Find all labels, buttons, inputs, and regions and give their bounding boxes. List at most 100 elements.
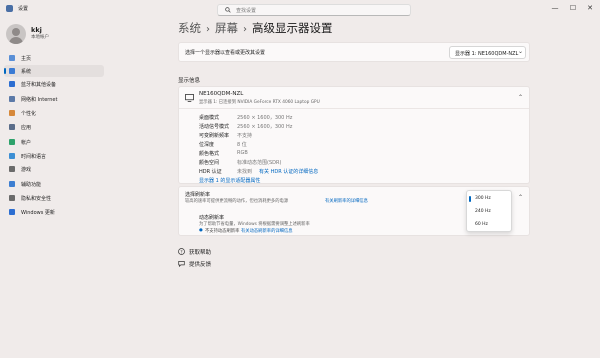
row-value: 未找到 — [237, 169, 253, 175]
active-indicator — [4, 68, 6, 74]
accessibility-icon — [9, 181, 15, 187]
feedback-icon — [178, 261, 185, 267]
row-value: 2560 × 1600，300 Hz — [237, 115, 293, 121]
breadcrumb-system[interactable]: 系统 — [178, 21, 201, 35]
settings-app-icon — [6, 5, 13, 12]
row-value: 8 位 — [237, 142, 247, 148]
sidebar-item-label: 游戏 — [21, 167, 32, 173]
sidebar-item-label: Windows 更新 — [21, 210, 55, 216]
monitor-icon — [185, 94, 194, 102]
brush-icon — [9, 110, 15, 116]
refresh-option[interactable]: 300 Hz — [475, 196, 491, 201]
apps-icon — [9, 124, 15, 130]
refresh-rate-info-link[interactable]: 有关刷新率的详细信息 — [325, 198, 368, 204]
dynamic-refresh-note: 不支持动态刷新率 — [205, 229, 240, 234]
home-icon — [9, 55, 15, 61]
close-button[interactable]: ✕ — [582, 3, 598, 14]
sidebar-item-network[interactable]: 网络和 Internet — [4, 93, 104, 105]
sidebar-item-label: 个性化 — [21, 111, 37, 117]
select-display-label: 选择一个显示器以查看或更改其设置 — [185, 50, 266, 56]
shield-icon — [9, 195, 15, 201]
refresh-rate-dropdown-menu: 300 Hz 240 Hz 60 Hz — [466, 190, 512, 232]
update-icon — [9, 209, 15, 215]
display-info-card: NE160QDM-NZL 显示器 1: 已连接到 NVIDIA GeForce … — [178, 86, 530, 184]
sidebar-item-accessibility[interactable]: 辅助功能 — [4, 178, 104, 190]
sidebar-item-label: 网络和 Internet — [21, 97, 58, 103]
refresh-rate-desc: 较高的速率可提供更流畅的动作，但也消耗更多的电源 — [185, 199, 289, 204]
chevron-up-icon[interactable]: ⌃ — [518, 94, 523, 101]
account-icon — [9, 139, 15, 145]
refresh-option[interactable]: 60 Hz — [475, 222, 488, 227]
sidebar-item-label: 应用 — [21, 125, 32, 131]
sidebar-item-accounts[interactable]: 帐户 — [4, 136, 104, 148]
row-value: 不支持 — [237, 133, 253, 139]
selected-indicator — [469, 196, 471, 202]
display-info-header[interactable]: NE160QDM-NZL 显示器 1: 已连接到 NVIDIA GeForce … — [179, 87, 529, 109]
dynamic-refresh-title: 动态刷新率 — [199, 215, 225, 221]
refresh-rate-title: 选择刷新率 — [185, 192, 211, 198]
help-icon: ? — [178, 248, 185, 255]
sidebar-item-bluetooth[interactable]: 蓝牙和其他设备 — [4, 78, 104, 90]
get-help-link[interactable]: 获取帮助 — [189, 248, 211, 256]
bluetooth-icon — [9, 81, 15, 87]
row-value: 2560 × 1600，300 Hz — [237, 124, 293, 130]
row-label: 可变刷新频率 — [199, 133, 230, 139]
system-icon — [9, 68, 15, 74]
sidebar-item-label: 系统 — [21, 69, 32, 75]
sidebar-item-label: 辅助功能 — [21, 182, 42, 188]
search-placeholder[interactable]: 查找设置 — [236, 7, 256, 14]
chevron-up-icon[interactable]: ⌃ — [518, 194, 523, 201]
info-icon: ● — [199, 228, 203, 233]
page-title: 高级显示器设置 — [252, 21, 333, 35]
row-label: HDR 认证 — [199, 169, 222, 175]
sidebar-item-privacy[interactable]: 隐私和安全性 — [4, 192, 104, 204]
sidebar-item-gaming[interactable]: 游戏 — [4, 163, 104, 175]
sidebar-item-home[interactable]: 主页 — [4, 52, 104, 64]
sidebar-item-label: 隐私和安全性 — [21, 196, 52, 202]
row-label: 颜色空间 — [199, 160, 220, 166]
breadcrumb-separator: › — [206, 24, 210, 35]
avatar[interactable] — [6, 24, 26, 44]
game-icon — [9, 166, 15, 172]
sidebar-item-label: 主页 — [21, 56, 32, 62]
svg-text:?: ? — [180, 249, 182, 254]
row-label: 桌面模式 — [199, 115, 220, 121]
chevron-down-icon: ⌄ — [518, 48, 524, 55]
user-name: kkj — [31, 26, 42, 34]
search-icon — [225, 7, 231, 13]
breadcrumb-display[interactable]: 屏幕 — [215, 21, 238, 35]
feedback-link[interactable]: 提供反馈 — [189, 260, 211, 268]
adapter-properties-link[interactable]: 显示器 1 的显示适配器属性 — [199, 177, 260, 184]
refresh-option[interactable]: 240 Hz — [475, 209, 491, 214]
maximize-button[interactable]: ☐ — [565, 3, 581, 14]
sidebar-item-label: 时间和语言 — [21, 154, 47, 160]
display-name: NE160QDM-NZL — [199, 91, 244, 97]
dynamic-refresh-link[interactable]: 有关动态刷新率的详细信息 — [241, 228, 293, 234]
hdr-info-link[interactable]: 有关 HDR 认证的详细信息 — [259, 168, 318, 175]
sidebar-item-label: 蓝牙和其他设备 — [21, 82, 57, 88]
row-value: RGB — [237, 150, 248, 156]
row-label: 活动信号模式 — [199, 124, 230, 130]
sidebar-item-apps[interactable]: 应用 — [4, 121, 104, 133]
search-box[interactable]: 查找设置 — [217, 4, 411, 16]
row-label: 位深度 — [199, 142, 215, 148]
row-value: 标准动态范围(SDR) — [237, 160, 282, 166]
sidebar-item-time-language[interactable]: 时间和语言 — [4, 150, 104, 162]
sidebar-item-system[interactable]: 系统 — [4, 65, 104, 77]
user-account-type: 本地帐户 — [31, 35, 49, 40]
breadcrumb-separator: › — [243, 24, 247, 35]
title-bar: 设置 查找设置 — ☐ ✕ — [0, 0, 600, 18]
breadcrumb: 系统 › 屏幕 › 高级显示器设置 — [178, 20, 333, 36]
network-icon — [9, 96, 15, 102]
time-icon — [9, 153, 15, 159]
dynamic-refresh-desc: 为了帮助节省电量，Windows 将根据需要调整上述刷新率 — [199, 222, 310, 227]
sidebar-item-personalization[interactable]: 个性化 — [4, 107, 104, 119]
select-display-card: 选择一个显示器以查看或更改其设置 显示器 1: NE160QDM-NZL ⌄ — [178, 42, 530, 62]
display-dropdown[interactable]: 显示器 1: NE160QDM-NZL ⌄ — [449, 46, 526, 59]
display-connection: 显示器 1: 已连接到 NVIDIA GeForce RTX 4060 Lapt… — [199, 100, 320, 105]
display-dropdown-value: 显示器 1: NE160QDM-NZL — [455, 51, 519, 57]
sidebar-item-label: 帐户 — [21, 140, 32, 146]
minimize-button[interactable]: — — [547, 3, 563, 14]
section-title: 显示信息 — [178, 78, 201, 84]
sidebar-item-windows-update[interactable]: Windows 更新 — [4, 206, 104, 218]
